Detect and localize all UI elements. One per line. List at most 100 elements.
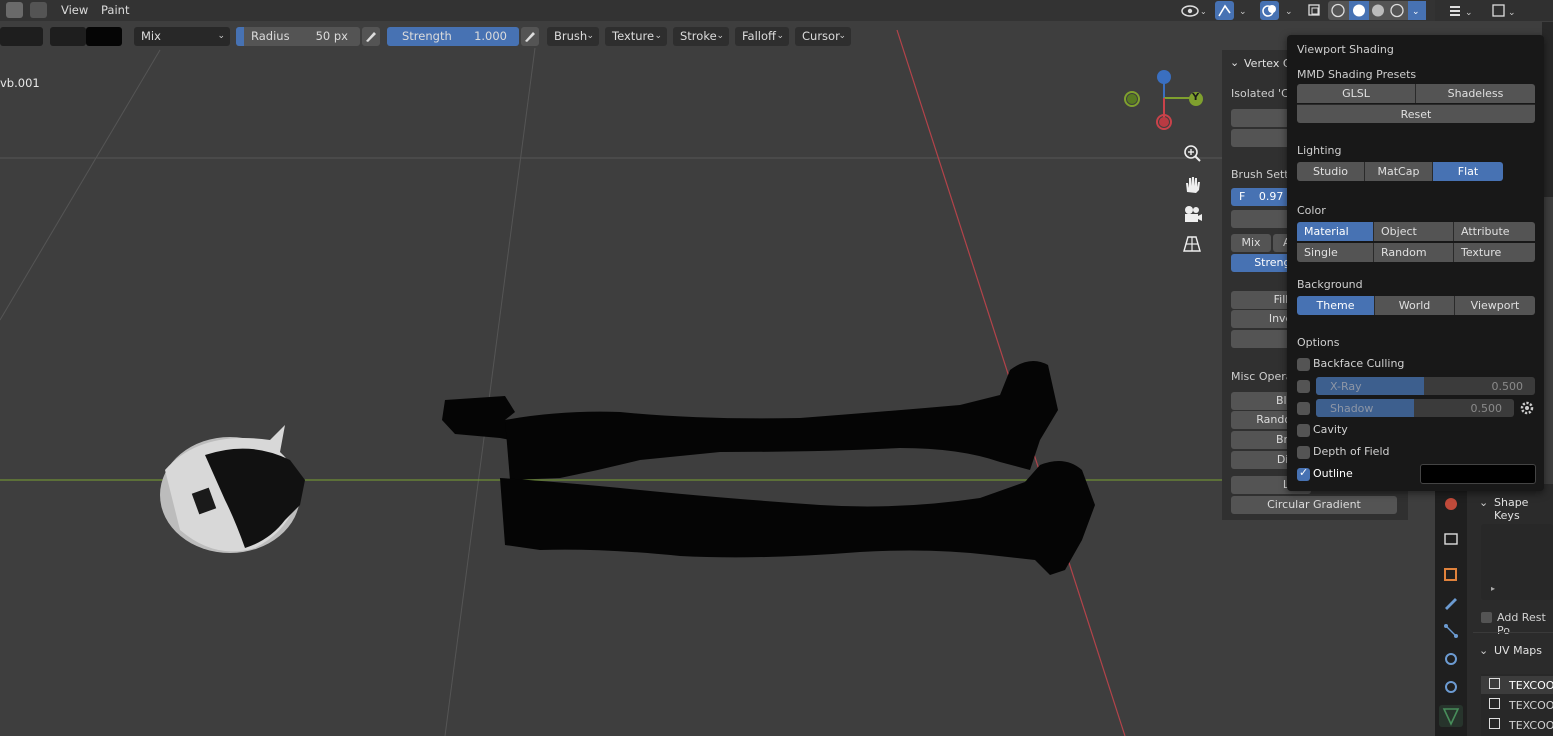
menu-view[interactable]: View [61, 3, 88, 17]
constraints-tab-icon[interactable] [1439, 677, 1463, 699]
radius-slider[interactable]: Radius 50 px [236, 27, 360, 46]
overlay-icon[interactable] [1260, 1, 1279, 20]
outline-checkbox[interactable] [1297, 466, 1310, 481]
shape-keys-chevron-icon[interactable]: ⌄ [1479, 496, 1488, 509]
stroke-dropdown[interactable]: Stroke ⌄ [673, 27, 729, 46]
color-texture-button[interactable]: Texture [1454, 243, 1535, 262]
shading-material-icon[interactable] [1369, 1, 1388, 20]
lighting-label: Lighting [1297, 144, 1342, 157]
reset-button[interactable]: Reset [1297, 104, 1535, 123]
falloff-dropdown[interactable]: Falloff ⌄ [735, 27, 789, 46]
shadow-slider[interactable]: Shadow 0.500 [1316, 399, 1514, 417]
svg-text:⌄: ⌄ [1465, 8, 1473, 18]
panel-chevron-icon[interactable]: ⌄ [1230, 56, 1239, 69]
panel-title: Vertex C [1244, 57, 1291, 70]
backface-culling-label: Backface Culling [1313, 357, 1405, 370]
cursor-dropdown[interactable]: Cursor ⌄ [795, 27, 851, 46]
color-material-button[interactable]: Material [1297, 222, 1374, 241]
list-item[interactable]: TEXCOO [1481, 716, 1553, 734]
color-single-button[interactable]: Single [1297, 243, 1374, 262]
hand-icon[interactable] [1179, 171, 1205, 197]
depth-of-field-label: Depth of Field [1313, 445, 1390, 458]
camera-icon[interactable] [1179, 201, 1205, 227]
lighting-studio-button[interactable]: Studio [1297, 162, 1365, 181]
radius-pressure-icon[interactable] [362, 27, 380, 46]
uv-map-name: TEXCOO [1509, 719, 1553, 732]
glsl-button[interactable]: GLSL [1297, 84, 1416, 103]
xray-checkbox[interactable] [1297, 380, 1310, 393]
object-tab-icon[interactable] [1439, 564, 1463, 586]
eye-icon[interactable]: ⌄ [1180, 1, 1210, 20]
xray-value: 0.500 [1491, 380, 1524, 393]
select-mode-icon[interactable] [30, 2, 47, 18]
viewport-header: View Paint ⌄ ⌄ ⌄ ⌄ [0, 0, 1435, 21]
uv-icon [1489, 698, 1500, 709]
physics-tab-icon[interactable] [1439, 649, 1463, 671]
scene-tab-icon[interactable] [1439, 494, 1463, 516]
outline-color-swatch[interactable] [1420, 464, 1536, 484]
shadow-checkbox[interactable] [1297, 402, 1310, 415]
gizmo-y-label: Y [1192, 92, 1200, 103]
mmd-presets-label: MMD Shading Presets [1297, 68, 1417, 81]
grid-icon[interactable] [1179, 231, 1205, 257]
particles-tab-icon[interactable] [1439, 621, 1463, 643]
shading-render-icon[interactable] [1388, 1, 1407, 20]
shadeless-button[interactable]: Shadeless [1416, 84, 1535, 103]
uv-map-name: TEXCOO [1509, 679, 1553, 692]
cavity-checkbox[interactable] [1297, 424, 1310, 437]
lighting-flat-button[interactable]: Flat [1433, 162, 1503, 181]
strength-slider[interactable]: Strength 1.000 [387, 27, 519, 46]
divider [1473, 632, 1553, 633]
lighting-matcap-button[interactable]: MatCap [1365, 162, 1433, 181]
modifier-tab-icon[interactable] [1439, 594, 1463, 616]
zoom-icon[interactable] [1179, 141, 1205, 167]
uv-maps-chevron-icon[interactable]: ⌄ [1479, 644, 1488, 657]
color-swatch-black[interactable] [86, 27, 122, 46]
xray-slider[interactable]: X-Ray 0.500 [1316, 377, 1535, 395]
texture-label: Texture [612, 29, 655, 43]
brush-dropdown[interactable]: Brush ⌄ [547, 27, 599, 46]
background-world-button[interactable]: World [1375, 296, 1455, 315]
shadow-settings-gear-icon[interactable] [1518, 399, 1536, 417]
display-mode-icon[interactable]: ⌄ [1490, 2, 1520, 19]
radius-label: Radius [251, 29, 290, 43]
color-swatch-primary[interactable] [0, 27, 43, 46]
gizmo-icon[interactable] [1215, 1, 1234, 20]
menu-paint[interactable]: Paint [101, 3, 129, 17]
brush-settings-label: Brush Setti [1231, 168, 1292, 181]
svg-text:⌄: ⌄ [1239, 7, 1247, 17]
svg-text:⌄: ⌄ [1508, 8, 1516, 18]
cursor-label: Cursor [802, 29, 840, 43]
list-item[interactable]: TEXCOO [1481, 676, 1553, 694]
color-object-button[interactable]: Object [1374, 222, 1454, 241]
gizmo-chevron-icon[interactable]: ⌄ [1236, 1, 1252, 20]
list-resize-icon[interactable]: ▸ [1491, 584, 1495, 593]
color-attribute-button[interactable]: Attribute [1454, 222, 1535, 241]
shape-keys-list[interactable]: ▸ [1481, 524, 1553, 600]
overlay-chevron-icon[interactable]: ⌄ [1282, 1, 1298, 20]
shading-solid-icon[interactable] [1349, 1, 1369, 20]
select-box-icon[interactable] [6, 2, 23, 18]
backface-culling-checkbox[interactable] [1297, 358, 1310, 371]
editor-type-icon[interactable]: ⌄ [1447, 2, 1477, 19]
color-random-button[interactable]: Random [1374, 243, 1454, 262]
background-viewport-button[interactable]: Viewport [1455, 296, 1535, 315]
collection-tab-icon[interactable] [1439, 528, 1463, 550]
3d-viewport[interactable]: View Paint ⌄ ⌄ ⌄ ⌄ ⌄ ⌄ Mix ⌄ Radius 50 p… [0, 0, 1553, 736]
texture-dropdown[interactable]: Texture ⌄ [605, 27, 667, 46]
depth-of-field-checkbox[interactable] [1297, 446, 1310, 459]
shape-keys-label: Shape Keys [1494, 496, 1529, 522]
add-rest-checkbox[interactable] [1481, 612, 1492, 623]
xray-icon[interactable] [1305, 1, 1324, 20]
color-label: Color [1297, 204, 1326, 217]
strength-pressure-icon[interactable] [521, 27, 539, 46]
color-swatch-secondary[interactable] [50, 27, 86, 46]
blend-mode-dropdown[interactable]: Mix ⌄ [134, 27, 230, 46]
list-item[interactable]: TEXCOO [1481, 696, 1553, 714]
mesh-data-tab-icon[interactable] [1439, 705, 1463, 727]
mix-button[interactable]: Mix [1231, 234, 1271, 252]
background-theme-button[interactable]: Theme [1297, 296, 1375, 315]
circular-gradient-button[interactable]: Circular Gradient [1231, 496, 1397, 514]
uv-maps-list: TEXCOO TEXCOO TEXCOO [1481, 674, 1553, 736]
popover-title: Viewport Shading [1297, 43, 1394, 56]
